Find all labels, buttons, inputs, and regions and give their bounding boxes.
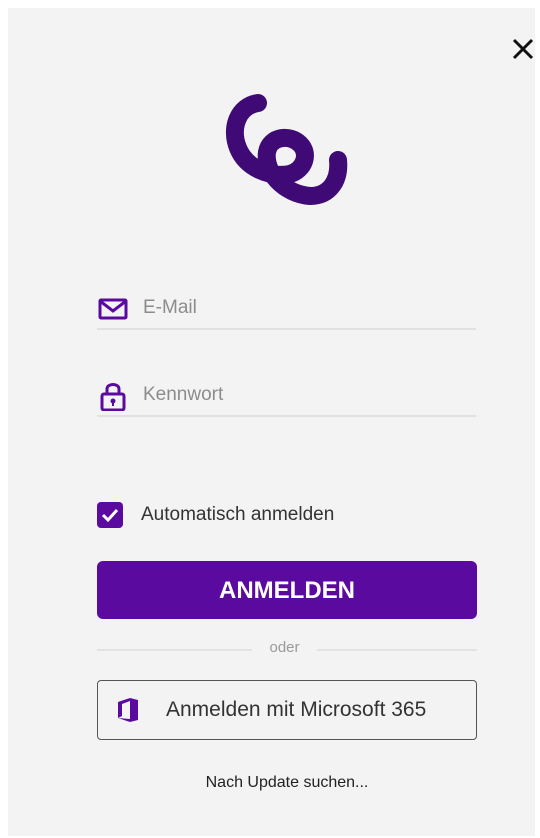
email-field[interactable] [97,288,476,330]
app-logo [225,94,348,206]
lock-icon [100,383,126,411]
close-icon [512,38,534,60]
office-icon [118,698,138,722]
or-divider: oder [97,639,477,659]
divider-line-right [317,649,477,651]
auto-login-checkbox[interactable] [97,502,123,528]
login-dialog: Automatisch anmelden ANMELDEN oder Anmel… [8,8,535,836]
microsoft-login-button[interactable]: Anmelden mit Microsoft 365 [97,680,477,740]
divider-text: oder [269,639,300,656]
check-update-link[interactable]: Nach Update suchen... [97,774,477,792]
auto-login-label[interactable]: Automatisch anmelden [141,504,334,526]
envelope-icon [98,298,128,320]
login-button[interactable]: ANMELDEN [97,561,477,619]
password-field[interactable] [97,375,476,417]
email-input[interactable] [141,294,465,322]
microsoft-login-label: Anmelden mit Microsoft 365 [166,698,427,721]
password-input[interactable] [141,381,465,409]
close-button[interactable] [510,36,536,62]
checkmark-icon [101,508,119,523]
divider-line-left [97,649,252,651]
